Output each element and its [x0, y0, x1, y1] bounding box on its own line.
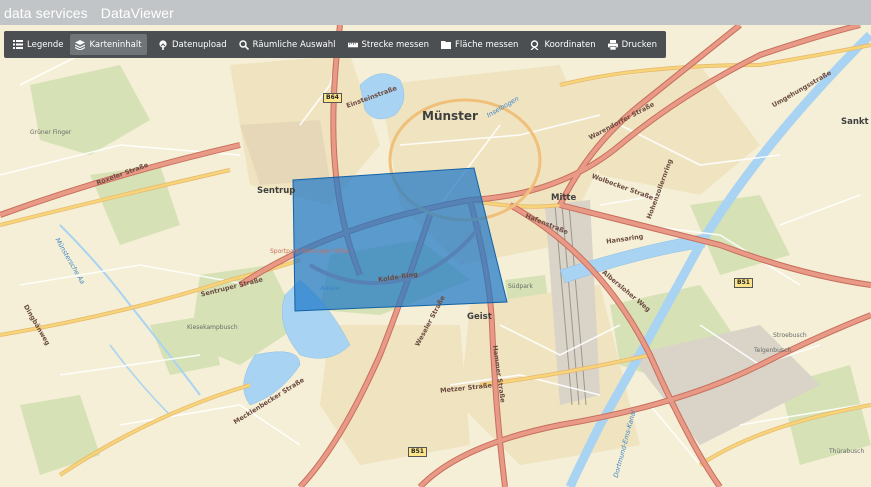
area-label-stroebusch: Stroebusch: [773, 332, 807, 339]
coordinates-icon: [530, 39, 540, 50]
data-upload-label: Datenupload: [172, 39, 227, 50]
layers-icon: [75, 39, 86, 50]
area-label-gruener-finger: Grüner Finger: [30, 129, 72, 136]
list-icon: [13, 40, 23, 50]
area-label-thuerabusch: Thürabusch: [829, 448, 865, 455]
place-label-sentrup: Sentrup: [257, 186, 296, 196]
brand-name: data services: [4, 4, 88, 21]
measure-distance-button[interactable]: Strecke messen: [343, 34, 434, 55]
spatial-select-label: Räumliche Auswahl: [252, 39, 336, 50]
print-icon: [607, 39, 618, 50]
area-label-suedpark: Südpark: [508, 283, 533, 290]
map-base: [0, 25, 871, 487]
place-label-muenster: Münster: [422, 109, 478, 123]
app-title: DataViewer: [100, 4, 174, 21]
coordinates-label: Koordinaten: [544, 39, 596, 50]
area-label-kiesekampbusch: Kiesekampbusch: [187, 324, 238, 331]
legend-button[interactable]: Legende: [8, 34, 68, 55]
place-label-sankt-m: Sankt M: [841, 117, 871, 127]
water-label-aasee: Aasee: [320, 284, 340, 292]
measure-distance-label: Strecke messen: [361, 39, 429, 50]
place-label-geist: Geist: [467, 312, 492, 322]
area-icon: [441, 40, 451, 50]
road-badge-b51-east: B51: [734, 278, 753, 288]
road-badge-b51-south: B51: [408, 447, 427, 457]
area-label-telgenbusch: Telgenbusch: [754, 347, 792, 354]
upload-icon: [158, 39, 168, 50]
toolbar-right: Datenupload Räumliche Auswahl Strecke me…: [149, 31, 666, 58]
measure-area-button[interactable]: Fläche messen: [436, 34, 523, 55]
print-label: Drucken: [621, 39, 657, 50]
map-content-button-label: Karteninhalt: [89, 39, 142, 50]
spatial-select-icon: [238, 39, 249, 50]
toolbar-left: Legende Karteninhalt: [4, 31, 151, 58]
place-label-mitte: Mitte: [551, 193, 577, 203]
map-canvas[interactable]: Münster Sentrup Mitte Geist Sankt M Grün…: [0, 25, 871, 487]
print-button[interactable]: Drucken: [603, 34, 662, 55]
spatial-select-button[interactable]: Räumliche Auswahl: [234, 34, 341, 55]
ruler-icon: [347, 40, 358, 50]
road-badge-b64: B64: [323, 93, 342, 103]
header-bar: data services DataViewer: [0, 0, 871, 25]
area-label-sportpark: Sportpark Sentruper Höhe: [270, 248, 349, 255]
map-content-button[interactable]: Karteninhalt: [70, 34, 147, 55]
coordinates-button[interactable]: Koordinaten: [525, 34, 600, 55]
data-upload-button[interactable]: Datenupload: [153, 34, 232, 55]
legend-button-label: Legende: [27, 39, 64, 50]
measure-area-label: Fläche messen: [455, 39, 519, 50]
